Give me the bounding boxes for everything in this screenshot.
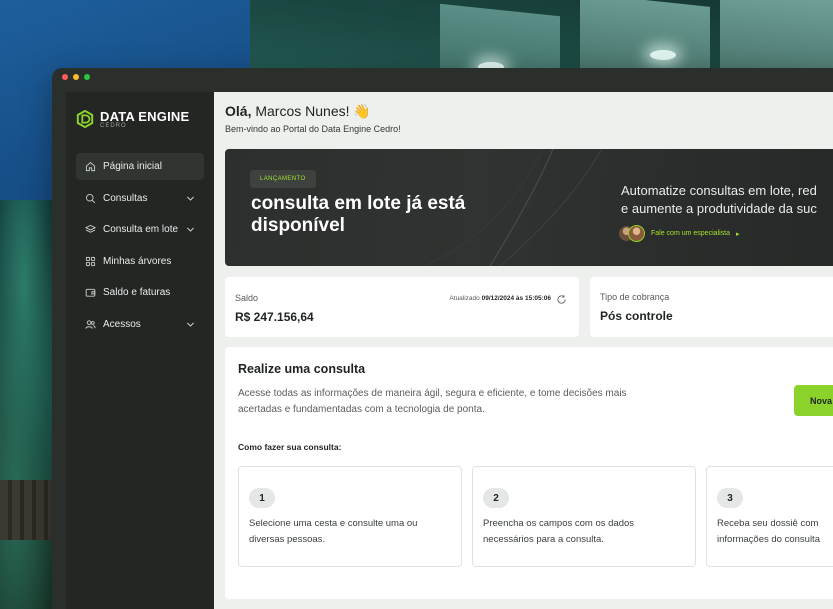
search-icon — [85, 193, 96, 204]
chevron-down-icon — [186, 194, 195, 203]
consulta-card: Realize uma consulta Acesse todas as inf… — [225, 347, 833, 599]
brand-name: DATA ENGINE — [100, 109, 190, 124]
step-text-line: Selecione uma cesta e consulte uma ou — [249, 518, 418, 529]
nova-consulta-button[interactable]: Nova — [794, 385, 833, 416]
main-content: Olá, Marcos Nunes! 👋 Bem-vindo ao Portal… — [214, 92, 833, 609]
step-text: Preencha os campos com os dados necessár… — [483, 516, 693, 547]
chevron-down-icon — [186, 225, 195, 234]
sidebar-item-label: Acessos — [103, 318, 141, 330]
close-dot[interactable] — [62, 74, 68, 80]
balance-label: Saldo — [235, 293, 259, 303]
sidebar-item-label: Página inicial — [103, 161, 162, 172]
step-text-line: Preencha os campos com os dados — [483, 518, 635, 529]
updated-value: 09/12/2024 às 15:05:06 — [481, 295, 551, 302]
layers-icon — [85, 224, 96, 235]
arrow-right-icon: ▸ — [735, 230, 740, 238]
sidebar-item-saldo-e-faturas[interactable]: Saldo e faturas — [76, 279, 204, 306]
step-card-3: 3 Receba seu dossiê com informações do c… — [706, 466, 833, 567]
greeting: Olá, Marcos Nunes! 👋 — [225, 103, 371, 120]
banner-title: consulta em lote já está disponível — [251, 193, 466, 236]
launch-tag: LANÇAMENTO — [250, 170, 316, 188]
banner-text-line-1: Automatize consultas em lote, red — [621, 183, 817, 198]
greeting-subtitle: Bem-vindo ao Portal do Data Engine Cedro… — [225, 124, 401, 134]
balance-card: Saldo R$ 247.156,64 Atualizado 09/12/202… — [225, 277, 579, 337]
sidebar-menu: Página inicial Consultas Consulta em lot… — [76, 153, 204, 342]
billing-type-card: Tipo de cobrança Pós controle — [590, 277, 833, 337]
billing-type-value: Pós controle — [600, 309, 673, 323]
step-card-2: 2 Preencha os campos com os dados necess… — [472, 466, 696, 567]
sidebar-item-label: Saldo e faturas — [103, 287, 171, 298]
sidebar-item-consultas[interactable]: Consultas — [76, 185, 204, 212]
step-number: 3 — [717, 488, 743, 508]
wave-emoji: 👋 — [353, 103, 371, 119]
balance-updated: Atualizado 09/12/2024 às 15:05:06 — [449, 295, 551, 302]
banner-text-line-2: e aumente a produtividade da suc — [621, 201, 817, 216]
updated-label: Atualizado — [449, 295, 480, 302]
greeting-prefix: Olá, — [225, 103, 252, 119]
refresh-icon[interactable] — [556, 292, 567, 304]
brand-logo[interactable]: DATA ENGINE CEDRO — [76, 110, 189, 130]
home-icon — [85, 161, 96, 172]
banner-description: Automatize consultas em lote, red e aume… — [621, 182, 817, 218]
sidebar-item-label: Consulta em lote — [103, 224, 179, 235]
chevron-down-icon — [186, 320, 195, 329]
data-engine-logo-icon — [76, 110, 94, 128]
sidebar: DATA ENGINE CEDRO Página inicial Consult… — [66, 92, 214, 609]
specialist-cta[interactable]: Fale com um especialista ▸ — [618, 225, 740, 242]
billing-type-label: Tipo de cobrança — [600, 292, 670, 302]
minimize-dot[interactable] — [73, 74, 79, 80]
step-text-line: Receba seu dossiê com — [717, 518, 819, 529]
sidebar-item-pagina-inicial[interactable]: Página inicial — [76, 153, 204, 180]
step-text-line: necessários para a consulta. — [483, 533, 604, 545]
sidebar-item-consulta-em-lote[interactable]: Consulta em lote — [76, 216, 204, 243]
brand-sub: CEDRO — [100, 123, 127, 129]
avatar — [628, 225, 645, 242]
launch-banner: LANÇAMENTO consulta em lote já está disp… — [225, 149, 833, 266]
sidebar-item-acessos[interactable]: Acessos — [76, 311, 204, 338]
how-to-title: Como fazer sua consulta: — [238, 442, 342, 452]
sidebar-item-minhas-arvores[interactable]: Minhas árvores — [76, 248, 204, 275]
step-number: 2 — [483, 488, 509, 508]
step-number: 1 — [249, 488, 275, 508]
consulta-title: Realize uma consulta — [238, 362, 366, 376]
consulta-description: Acesse todas as informações de maneira á… — [238, 388, 627, 415]
window-controls — [62, 74, 90, 80]
maximize-dot[interactable] — [84, 74, 90, 80]
sidebar-item-label: Minhas árvores — [103, 255, 172, 267]
avatar-group — [618, 225, 645, 242]
step-text-line: informações do consulta — [717, 533, 820, 545]
balance-value: R$ 247.156,64 — [235, 310, 314, 324]
step-text: Selecione uma cesta e consulte uma ou di… — [249, 516, 459, 547]
step-card-1: 1 Selecione uma cesta e consulte uma ou … — [238, 466, 462, 567]
cta-label: Fale com um especialista — [651, 230, 730, 237]
sidebar-item-label: Consultas — [103, 192, 148, 204]
step-text-line: diversas pessoas. — [249, 533, 326, 545]
grid-icon — [85, 256, 96, 267]
user-name: Marcos Nunes! — [255, 103, 350, 119]
step-text: Receba seu dossiê com informações do con… — [717, 516, 833, 547]
users-icon — [85, 319, 96, 330]
wallet-icon — [85, 287, 96, 298]
